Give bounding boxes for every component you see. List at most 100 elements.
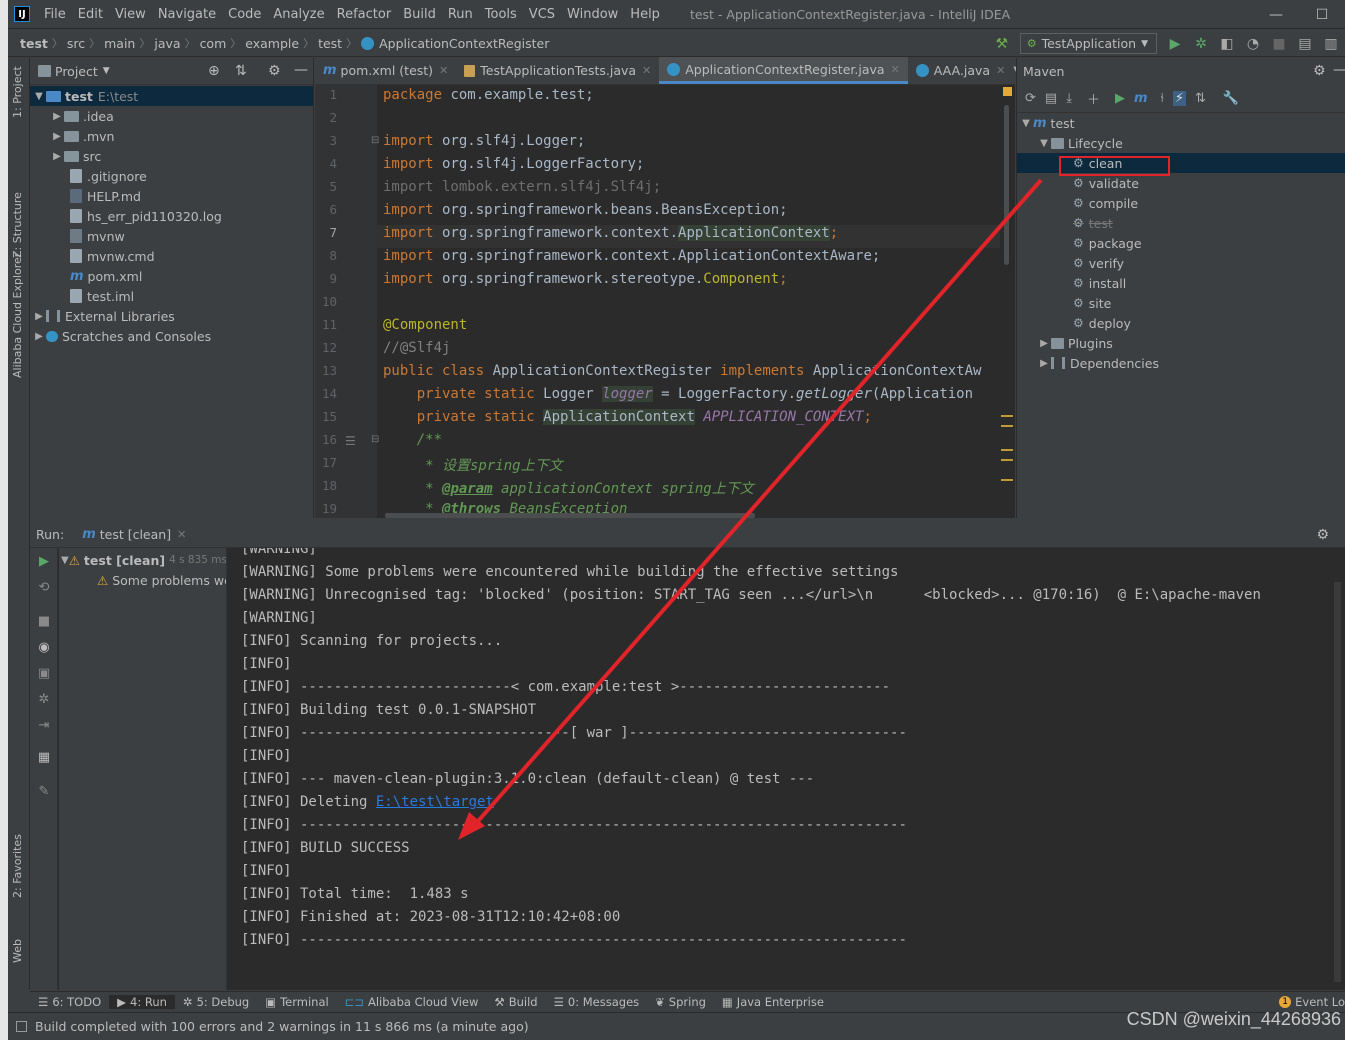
menu-view[interactable]: View: [109, 7, 152, 22]
gear-icon[interactable]: ⚙: [1313, 63, 1326, 79]
menu-run[interactable]: Run: [442, 7, 479, 22]
warning-marker[interactable]: [1001, 459, 1013, 461]
maven-dependencies[interactable]: ▶ Dependencies: [1017, 353, 1345, 373]
project-structure-icon[interactable]: ▤: [1297, 36, 1313, 52]
hide-icon[interactable]: —: [1333, 62, 1345, 78]
lifecycle-compile[interactable]: ⚙ compile: [1017, 193, 1345, 213]
bottom-tab-messages[interactable]: ☰ 0: Messages: [546, 995, 648, 1009]
lifecycle-test[interactable]: ⚙ test: [1017, 213, 1345, 233]
collapse-icon[interactable]: ⇅: [1195, 91, 1206, 106]
warning-status-icon[interactable]: [1003, 87, 1012, 96]
hammer-build-icon[interactable]: ⚒: [994, 36, 1010, 52]
maven-project-test[interactable]: ▼ m test: [1017, 113, 1345, 133]
warning-marker[interactable]: [1001, 479, 1013, 481]
close-icon[interactable]: ✕: [439, 64, 448, 77]
rerun-icon[interactable]: ▶: [36, 554, 52, 570]
maximize-button[interactable]: ☐: [1299, 0, 1345, 29]
lifecycle-verify[interactable]: ⚙ verify: [1017, 253, 1345, 273]
breadcrumb-main[interactable]: main: [100, 36, 139, 51]
tab-aaa-java[interactable]: AAA.java ✕: [908, 57, 1014, 84]
bottom-tab-debug[interactable]: ✲ 5: Debug: [175, 995, 257, 1009]
warning-marker[interactable]: [1001, 415, 1013, 417]
javadoc-render-icon[interactable]: ☰: [345, 434, 356, 448]
minimize-button[interactable]: —: [1253, 0, 1299, 29]
profile-icon[interactable]: ◔: [1245, 36, 1261, 52]
lifecycle-validate[interactable]: ⚙ validate: [1017, 173, 1345, 193]
tree-item-idea[interactable]: ▶ .idea: [30, 106, 313, 126]
breadcrumb-com[interactable]: com: [196, 36, 231, 51]
maven-lifecycle[interactable]: ▼ Lifecycle: [1017, 133, 1345, 153]
wrench-icon[interactable]: 🔧: [1223, 91, 1239, 106]
status-message[interactable]: Build completed with 100 errors and 2 wa…: [35, 1019, 529, 1034]
tree-item-src[interactable]: ▶ src: [30, 146, 313, 166]
tree-item-help-md[interactable]: HELP.md: [30, 186, 313, 206]
export-icon[interactable]: ⇥: [36, 718, 52, 734]
breadcrumb-test[interactable]: test: [314, 36, 346, 51]
tree-root-test[interactable]: ▼ test E:\test: [30, 86, 313, 106]
search-everywhere-icon[interactable]: ▥: [1323, 36, 1339, 52]
menu-code[interactable]: Code: [222, 7, 267, 22]
menu-tools[interactable]: Tools: [479, 7, 523, 22]
project-view-select[interactable]: Project: [55, 64, 98, 79]
tab-application-context-register[interactable]: ApplicationContextRegister.java ✕: [659, 57, 908, 84]
stop-icon[interactable]: ■: [36, 614, 52, 630]
eye-icon[interactable]: ◉: [36, 640, 52, 656]
breadcrumb-example[interactable]: example: [241, 36, 303, 51]
menu-vcs[interactable]: VCS: [523, 7, 561, 22]
settings-icon[interactable]: ✲: [36, 692, 52, 708]
tree-scrollbar[interactable]: [60, 980, 226, 988]
run-tree-root[interactable]: ▼ ⚠ test [clean] 4 s 835 ms: [59, 550, 226, 570]
run-configuration-select[interactable]: ⚙ TestApplication ▼: [1019, 33, 1157, 54]
debug-icon[interactable]: ✲: [1193, 36, 1209, 52]
menu-navigate[interactable]: Navigate: [152, 7, 222, 22]
scrollbar-thumb[interactable]: [1004, 105, 1009, 265]
deleting-path-link[interactable]: E:\test\target: [376, 794, 494, 810]
menu-refactor[interactable]: Refactor: [331, 7, 398, 22]
menu-analyze[interactable]: Analyze: [267, 7, 330, 22]
run-tree-child[interactable]: ⚠ Some problems we: [59, 570, 226, 590]
breadcrumb-src[interactable]: src: [63, 36, 89, 51]
lifecycle-site[interactable]: ⚙ site: [1017, 293, 1345, 313]
run-icon[interactable]: ▶: [1115, 91, 1125, 106]
pin-icon[interactable]: ✎: [36, 784, 52, 800]
menu-window[interactable]: Window: [561, 7, 624, 22]
menu-build[interactable]: Build: [397, 7, 442, 22]
skip-tests-icon[interactable]: ⚡: [1172, 91, 1186, 106]
coverage-icon[interactable]: ◧: [1219, 36, 1235, 52]
locate-icon[interactable]: ⊕: [208, 63, 220, 79]
menu-help[interactable]: Help: [624, 7, 666, 22]
tree-item-log[interactable]: hs_err_pid110320.log: [30, 206, 313, 226]
lifecycle-package[interactable]: ⚙ package: [1017, 233, 1345, 253]
maven-goal-icon[interactable]: m: [1134, 91, 1148, 106]
console-scrollbar[interactable]: [1334, 582, 1341, 982]
breadcrumb-project[interactable]: test: [8, 36, 52, 51]
tree-item-iml[interactable]: test.iml: [30, 286, 313, 306]
collapse-all-icon[interactable]: ⇅: [235, 63, 247, 79]
tool-tab-web[interactable]: Web: [11, 939, 24, 963]
tree-item-mvn[interactable]: ▶ .mvn: [30, 126, 313, 146]
tool-windows-icon[interactable]: [16, 1021, 27, 1032]
close-icon[interactable]: ✕: [642, 64, 651, 77]
tab-pom-xml[interactable]: m pom.xml (test) ✕: [315, 57, 456, 84]
bottom-tab-run[interactable]: ▶ 4: Run: [109, 995, 175, 1009]
tree-item-gitignore[interactable]: .gitignore: [30, 166, 313, 186]
bottom-tab-build[interactable]: ⚒ Build: [486, 995, 545, 1009]
bottom-tab-spring[interactable]: ❦ Spring: [647, 995, 714, 1009]
add-icon[interactable]: ＋: [1087, 89, 1100, 108]
fold-icon[interactable]: ⊟: [371, 434, 379, 445]
close-icon[interactable]: ✕: [177, 528, 186, 541]
tree-item-pom[interactable]: m pom.xml: [30, 266, 313, 286]
maven-plugins[interactable]: ▶ Plugins: [1017, 333, 1345, 353]
gear-icon[interactable]: ⚙: [1316, 527, 1329, 543]
gear-icon[interactable]: ⚙: [268, 63, 281, 79]
breadcrumb-class[interactable]: ApplicationContextRegister: [357, 36, 553, 51]
menu-edit[interactable]: Edit: [72, 7, 109, 22]
fold-icon[interactable]: ⊟: [371, 135, 379, 146]
run-tab-test-clean[interactable]: test [clean]: [100, 527, 171, 542]
tool-tab-structure[interactable]: Z: Structure: [11, 192, 24, 258]
reload-icon[interactable]: ⟳: [1025, 91, 1036, 106]
chevron-down-icon[interactable]: ▼: [103, 66, 110, 76]
layout-icon[interactable]: ▦: [36, 750, 52, 766]
close-icon[interactable]: ✕: [996, 64, 1005, 77]
editor-scrollbar[interactable]: [1000, 85, 1015, 518]
